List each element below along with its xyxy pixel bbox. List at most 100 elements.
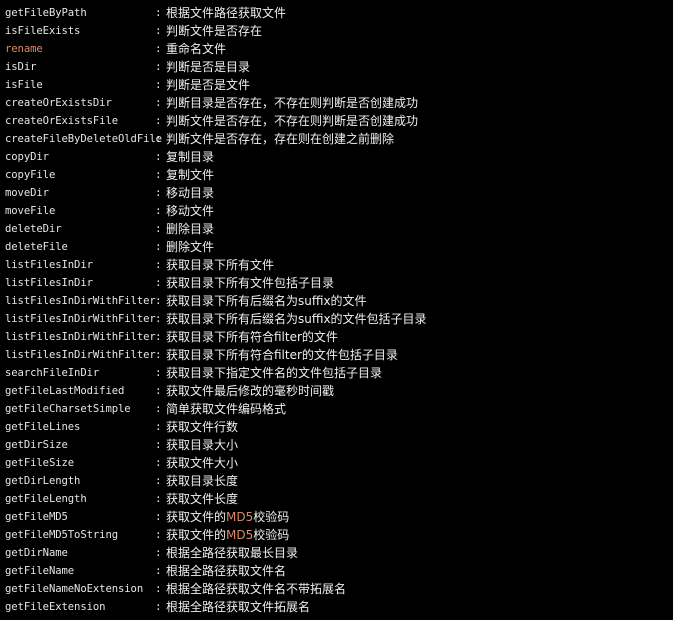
list-item: listFilesInDirWithFilter: 获取目录下所有符合filter… [0,328,673,346]
description-fragment: 校验码 [253,510,290,524]
separator: : [155,24,162,37]
separator: : [155,348,162,361]
list-item: createFileByDeleteOldFile: 判断文件是否存在，存在则在创… [0,130,673,148]
separator: : [155,114,162,127]
separator: : [155,204,162,217]
method-name: getFileExtension [5,601,106,613]
method-description: 判断是否是文件 [166,78,251,92]
method-description: 获取目录下所有后缀名为suffix的文件 [166,294,367,308]
method-description: 获取文件长度 [166,492,239,506]
method-name: deleteDir [5,223,62,235]
method-description: 判断文件是否存在，存在则在创建之前删除 [166,132,395,146]
method-name: getDirName [5,547,68,559]
method-name: moveFile [5,205,56,217]
method-description: 移动文件 [166,204,215,218]
separator: : [155,330,162,343]
list-item: createOrExistsFile: 判断文件是否存在，不存在则判断是否创建成功 [0,112,673,130]
list-item: getFileMD5: 获取文件的MD5校验码 [0,508,673,526]
list-item: isDir: 判断是否是目录 [0,58,673,76]
method-description: 根据全路径获取最长目录 [166,546,299,560]
method-description: 判断目录是否存在，不存在则判断是否创建成功 [166,96,419,110]
method-description: 判断文件是否存在 [166,24,263,38]
method-description: 获取目录下所有后缀名为suffix的文件包括子目录 [166,312,427,326]
method-name: listFilesInDirWithFilter [5,313,156,325]
method-name: listFilesInDirWithFilter [5,331,156,343]
separator: : [155,276,162,289]
separator: : [155,528,162,541]
terminal-output: getFileByPath: 根据文件路径获取文件 isFileExists: 判断文… [0,4,673,616]
method-name: createFileByDeleteOldFile [5,133,162,145]
method-description: 获取文件行数 [166,420,239,434]
method-name: getDirLength [5,475,81,487]
method-name: createOrExistsDir [5,97,112,109]
method-description: 重命名文件 [166,42,227,56]
description-fragment: 获取文件的 [166,510,227,524]
method-description: 获取文件最后修改的毫秒时间戳 [166,384,335,398]
list-item: getFileByPath: 根据文件路径获取文件 [0,4,673,22]
list-item: listFilesInDir: 获取目录下所有文件包括子目录 [0,274,673,292]
method-description: 判断文件是否存在，不存在则判断是否创建成功 [166,114,419,128]
list-item: moveFile: 移动文件 [0,202,673,220]
method-name: createOrExistsFile [5,115,119,127]
method-description: 复制文件 [166,168,215,182]
list-item: getFileName: 根据全路径获取文件名 [0,562,673,580]
list-item: searchFileInDir: 获取目录下指定文件名的文件包括子目录 [0,364,673,382]
method-name: getFileName [5,565,75,577]
method-name: getFileLength [5,493,87,505]
separator: : [155,132,162,145]
separator: : [155,6,162,19]
list-item: getFileLastModified: 获取文件最后修改的毫秒时间戳 [0,382,673,400]
method-name: searchFileInDir [5,367,100,379]
list-item: getFileNameNoExtension: 根据全路径获取文件名不带拓展名 [0,580,673,598]
separator: : [155,438,162,451]
method-name: listFilesInDirWithFilter [5,349,156,361]
method-description: 复制目录 [166,150,215,164]
method-description: 删除文件 [166,240,215,254]
method-name: listFilesInDir [5,259,93,271]
separator: : [155,294,162,307]
method-name: isFileExists [5,25,81,37]
list-item: getDirName: 根据全路径获取最长目录 [0,544,673,562]
list-item: createOrExistsDir: 判断目录是否存在，不存在则判断是否创建成功 [0,94,673,112]
method-name: getFileByPath [5,7,87,19]
separator: : [155,474,162,487]
separator: : [155,150,162,163]
separator: : [155,546,162,559]
method-name: getFileCharsetSimple [5,403,131,415]
method-name: copyDir [5,151,49,163]
method-name: copyFile [5,169,56,181]
method-name: getFileNameNoExtension [5,583,144,595]
method-name: isDir [5,61,37,73]
method-name: getFileLastModified [5,385,125,397]
method-description: 删除目录 [166,222,215,236]
method-name: getFileSize [5,457,75,469]
list-item: isFileExists: 判断文件是否存在 [0,22,673,40]
separator: : [155,96,162,109]
method-name: getFileLines [5,421,81,433]
method-description: 根据全路径获取文件拓展名 [166,600,311,614]
separator: : [155,222,162,235]
description-fragment: 校验码 [253,528,290,542]
separator: : [155,42,162,55]
separator: : [155,492,162,505]
separator: : [155,60,162,73]
list-item: rename: 重命名文件 [0,40,673,58]
list-item: listFilesInDirWithFilter: 获取目录下所有符合filter… [0,346,673,364]
description-fragment: MD5 [226,528,254,542]
method-name: getDirSize [5,439,68,451]
method-description: 根据文件路径获取文件 [166,6,287,20]
separator: : [155,78,162,91]
list-item: getDirLength: 获取目录长度 [0,472,673,490]
method-name: listFilesInDir [5,277,93,289]
method-description: 判断是否是目录 [166,60,251,74]
method-name: getFileMD5ToString [5,529,119,541]
list-item: getFileCharsetSimple: 简单获取文件编码格式 [0,400,673,418]
list-item: getDirSize: 获取目录大小 [0,436,673,454]
method-description: 移动目录 [166,186,215,200]
method-name: rename [5,43,43,55]
list-item: deleteFile: 删除文件 [0,238,673,256]
separator: : [155,366,162,379]
method-description: 获取目录下所有符合filter的文件包括子目录 [166,348,398,362]
list-item: getFileLength: 获取文件长度 [0,490,673,508]
method-name: deleteFile [5,241,68,253]
